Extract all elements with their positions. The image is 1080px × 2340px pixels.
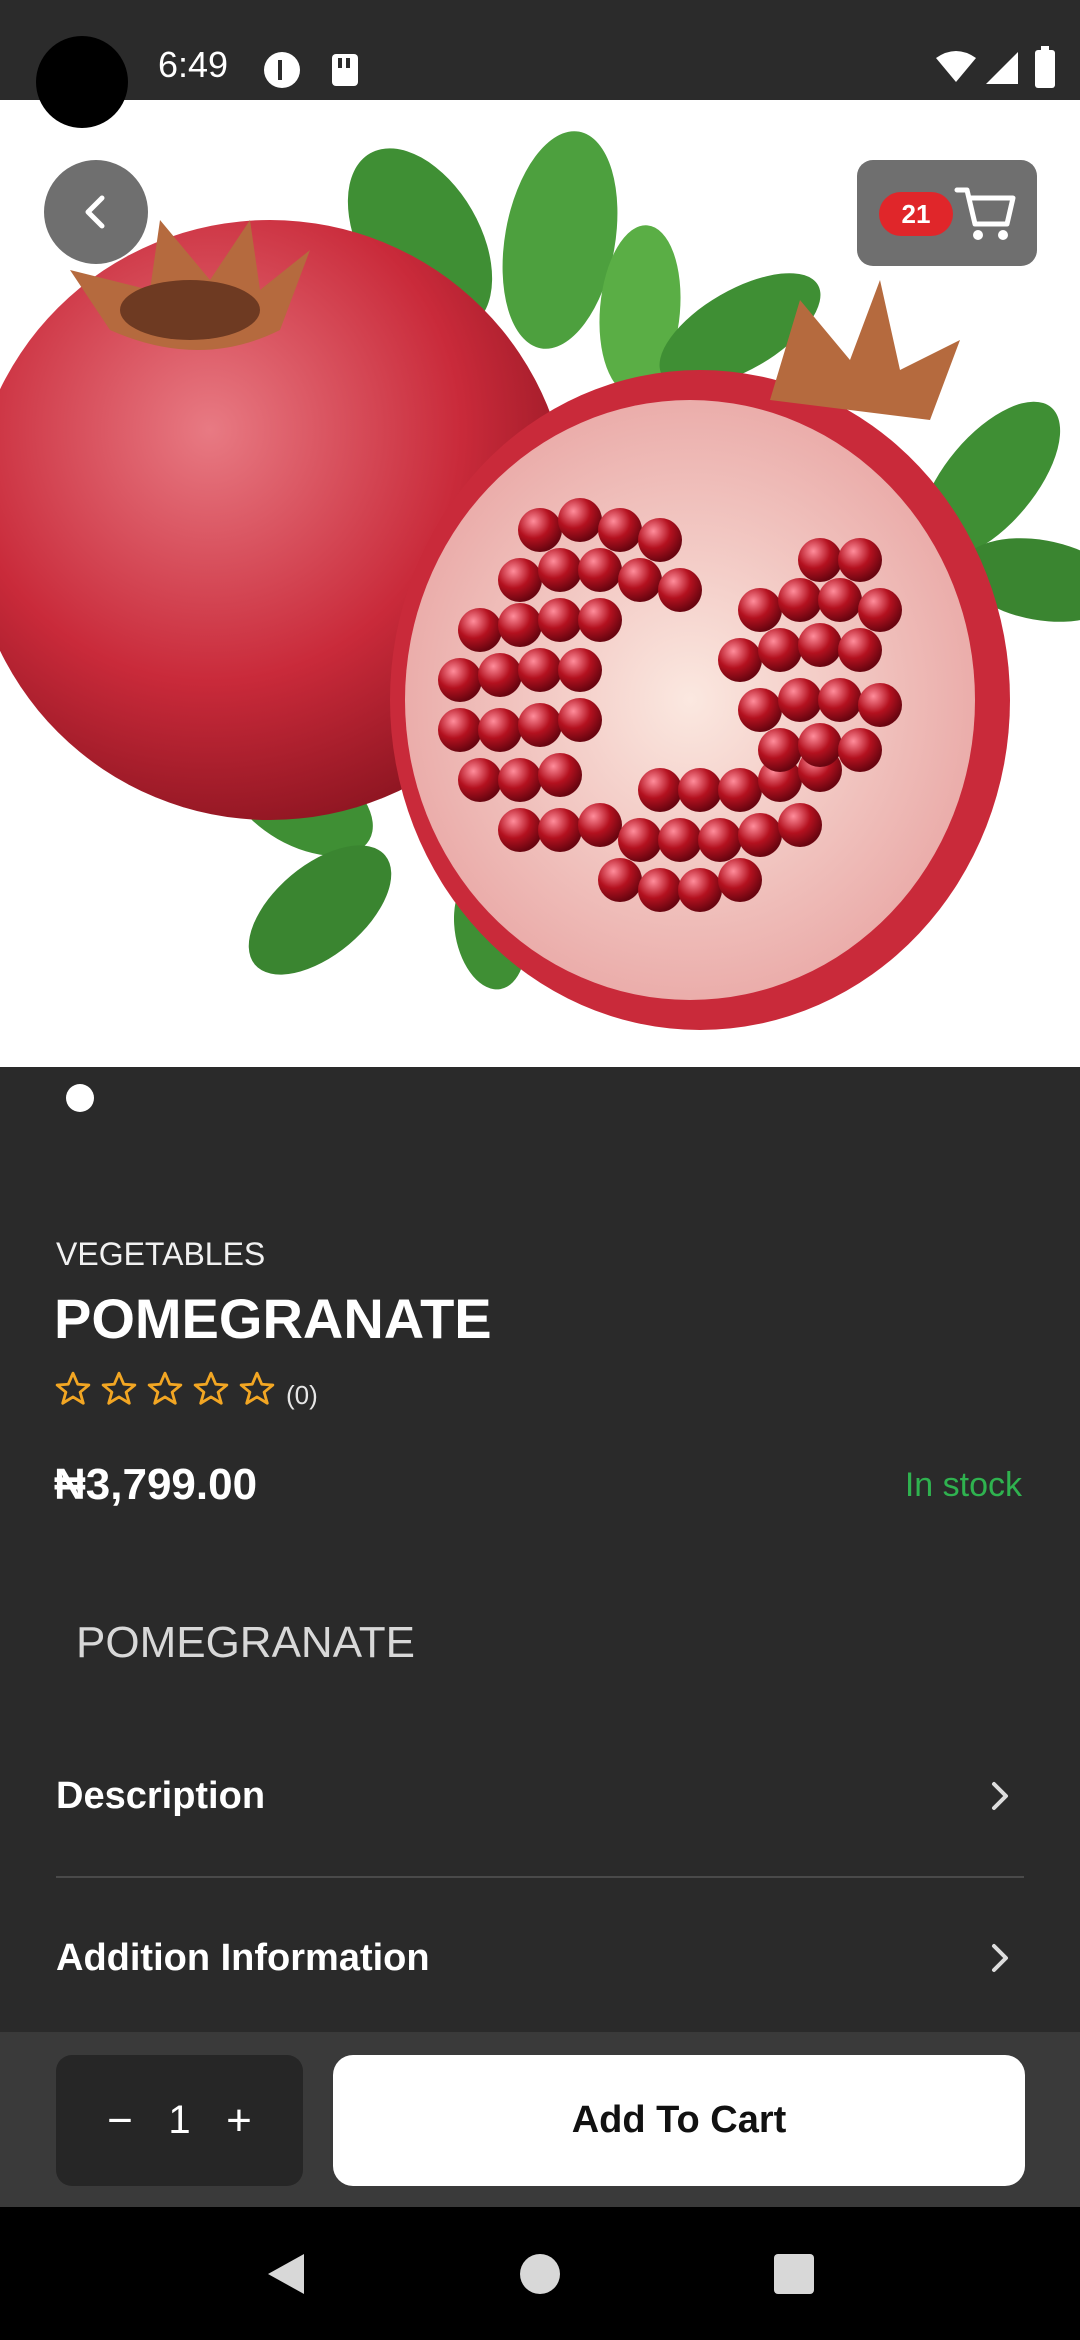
product-category: VEGETABLES xyxy=(56,1236,266,1272)
add-to-cart-button[interactable]: Add To Cart xyxy=(333,2055,1025,2186)
chevron-left-icon xyxy=(85,195,105,229)
product-name-text: POMEGRANATE xyxy=(76,1618,416,1667)
stock-status: In stock xyxy=(904,1466,1022,1504)
status-time: 6:49 xyxy=(158,44,229,85)
chevron-right-icon xyxy=(992,1944,1008,1972)
system-nav-bar xyxy=(0,2207,1080,2340)
star-icon xyxy=(147,1371,183,1405)
product-price: ₦3,799.00 xyxy=(54,1460,258,1509)
product-title: POMEGRANATE xyxy=(54,1287,492,1350)
rating-count: (0) xyxy=(286,1380,318,1410)
cart-icon xyxy=(954,187,1016,240)
signal-icon xyxy=(986,52,1018,84)
status-bar: 6:49 xyxy=(0,0,1080,100)
back-button[interactable] xyxy=(44,160,148,264)
increase-quantity-button[interactable]: + xyxy=(215,2096,263,2145)
star-icon xyxy=(101,1371,137,1405)
camera-cutout xyxy=(36,36,128,128)
star-icon xyxy=(193,1371,229,1405)
rating-stars xyxy=(54,1370,276,1408)
quantity-stepper: − 1 + xyxy=(56,2055,303,2186)
star-icon xyxy=(55,1371,91,1405)
star-icon xyxy=(239,1371,275,1405)
wifi-icon xyxy=(936,51,976,82)
nav-recents-icon[interactable] xyxy=(772,2252,816,2296)
description-row[interactable]: Description xyxy=(56,1716,1024,1876)
nav-back-icon[interactable] xyxy=(264,2250,308,2298)
battery-icon xyxy=(1035,46,1055,88)
chevron-right-icon xyxy=(992,1782,1008,1810)
cart-button[interactable]: 21 xyxy=(857,160,1037,266)
cart-count-badge: 21 xyxy=(879,192,953,236)
additional-info-label: Addition Information xyxy=(56,1936,430,1979)
decrease-quantity-button[interactable]: − xyxy=(96,2096,144,2145)
image-pager-dot[interactable] xyxy=(66,1084,94,1112)
additional-info-row[interactable]: Addition Information xyxy=(56,1878,1024,2038)
description-label: Description xyxy=(56,1774,266,1817)
nav-home-icon[interactable] xyxy=(518,2252,562,2296)
quantity-value: 1 xyxy=(168,2098,191,2142)
status-app-icons xyxy=(264,52,358,88)
